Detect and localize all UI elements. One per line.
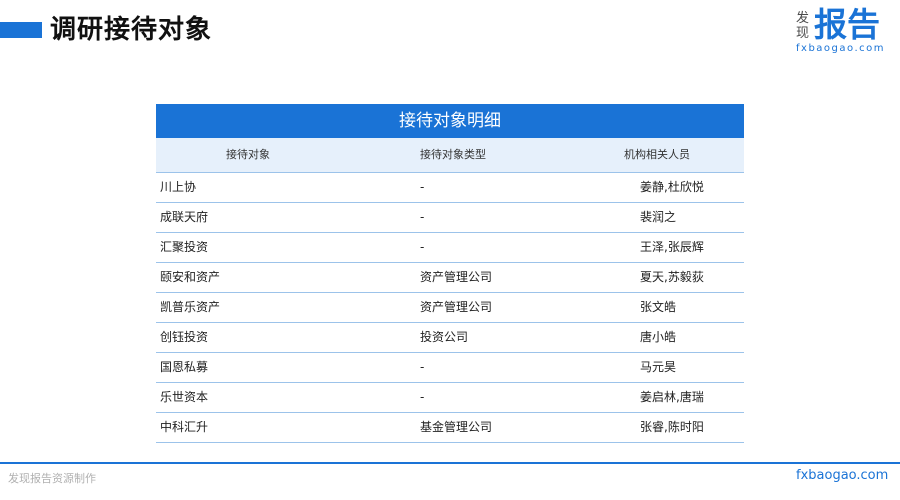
table-body: 川上协 - 姜静,杜欣悦 成联天府 - 裴润之 汇聚投资 - 王泽,张辰辉 颐安和资产 资产管理公司… — [156, 173, 744, 443]
table-row: 创钰投资 投资公司 唐小皓 — [156, 323, 744, 353]
cell-visitor: 成联天府 — [160, 210, 209, 224]
cell-staff: 裴润之 — [640, 210, 677, 224]
footer-divider — [0, 462, 900, 464]
table-title: 接待对象明细 — [156, 104, 744, 138]
cell-staff: 张文皓 — [640, 300, 677, 314]
cell-visitor-type: - — [420, 360, 425, 374]
footer-credit: 发现报告资源制作 — [8, 472, 96, 485]
cell-visitor-type: - — [420, 390, 425, 404]
table-row: 川上协 - 姜静,杜欣悦 — [156, 173, 744, 203]
cell-visitor: 颐安和资产 — [160, 270, 221, 284]
cell-staff: 唐小皓 — [640, 330, 677, 344]
cell-staff: 夏天,苏毅荻 — [640, 270, 704, 284]
cell-visitor: 创钰投资 — [160, 330, 209, 344]
cell-visitor: 汇聚投资 — [160, 240, 209, 254]
table-row: 乐世资本 - 姜启林,唐瑞 — [156, 383, 744, 413]
cell-visitor: 乐世资本 — [160, 390, 209, 404]
table-row: 凯普乐资产 资产管理公司 张文皓 — [156, 293, 744, 323]
cell-visitor-type: 资产管理公司 — [420, 270, 493, 284]
logo-url: fxbaogao.com — [796, 43, 885, 54]
page-title: 调研接待对象 — [50, 15, 213, 45]
cell-staff: 姜静,杜欣悦 — [640, 180, 704, 194]
logo-wordmark: 报告 — [814, 5, 880, 44]
logo-char-top: 发 — [796, 11, 810, 26]
logo-char-bottom: 现 — [796, 26, 810, 41]
cell-visitor-type: - — [420, 240, 425, 254]
table-row: 国恩私募 - 马元昊 — [156, 353, 744, 383]
column-header-staff: 机构相关人员 — [624, 148, 690, 161]
table-row: 颐安和资产 资产管理公司 夏天,苏毅荻 — [156, 263, 744, 293]
visitor-table: 接待对象明细 接待对象 接待对象类型 机构相关人员 川上协 - 姜静,杜欣悦成联天府… — [156, 104, 744, 443]
table-row: 成联天府 - 裴润之 — [156, 203, 744, 233]
table-row: 中科汇升 基金管理公司 张睿,陈时阳 — [156, 413, 744, 443]
cell-staff: 王泽,张辰辉 — [640, 240, 704, 254]
column-header-visitor: 接待对象 — [226, 148, 270, 161]
cell-staff: 张睿,陈时阳 — [640, 420, 704, 434]
table-column-headers: 接待对象 接待对象类型 机构相关人员 — [156, 138, 744, 173]
column-header-visitor-type: 接待对象类型 — [420, 148, 486, 161]
cell-staff: 马元昊 — [640, 360, 677, 374]
cell-visitor: 国恩私募 — [160, 360, 209, 374]
cell-visitor-type: 资产管理公司 — [420, 300, 493, 314]
cell-visitor-type: - — [420, 210, 425, 224]
cell-visitor-type: - — [420, 180, 425, 194]
cell-staff: 姜启林,唐瑞 — [640, 390, 704, 404]
brand-logo: 发 现 报告 fxbaogao.com — [796, 5, 888, 55]
footer-url: fxbaogao.com — [796, 468, 889, 483]
title-accent-bar — [0, 22, 42, 38]
cell-visitor-type: 基金管理公司 — [420, 420, 493, 434]
cell-visitor-type: 投资公司 — [420, 330, 469, 344]
cell-visitor: 凯普乐资产 — [160, 300, 221, 314]
cell-visitor: 中科汇升 — [160, 420, 209, 434]
cell-visitor: 川上协 — [160, 180, 197, 194]
table-row: 汇聚投资 - 王泽,张辰辉 — [156, 233, 744, 263]
